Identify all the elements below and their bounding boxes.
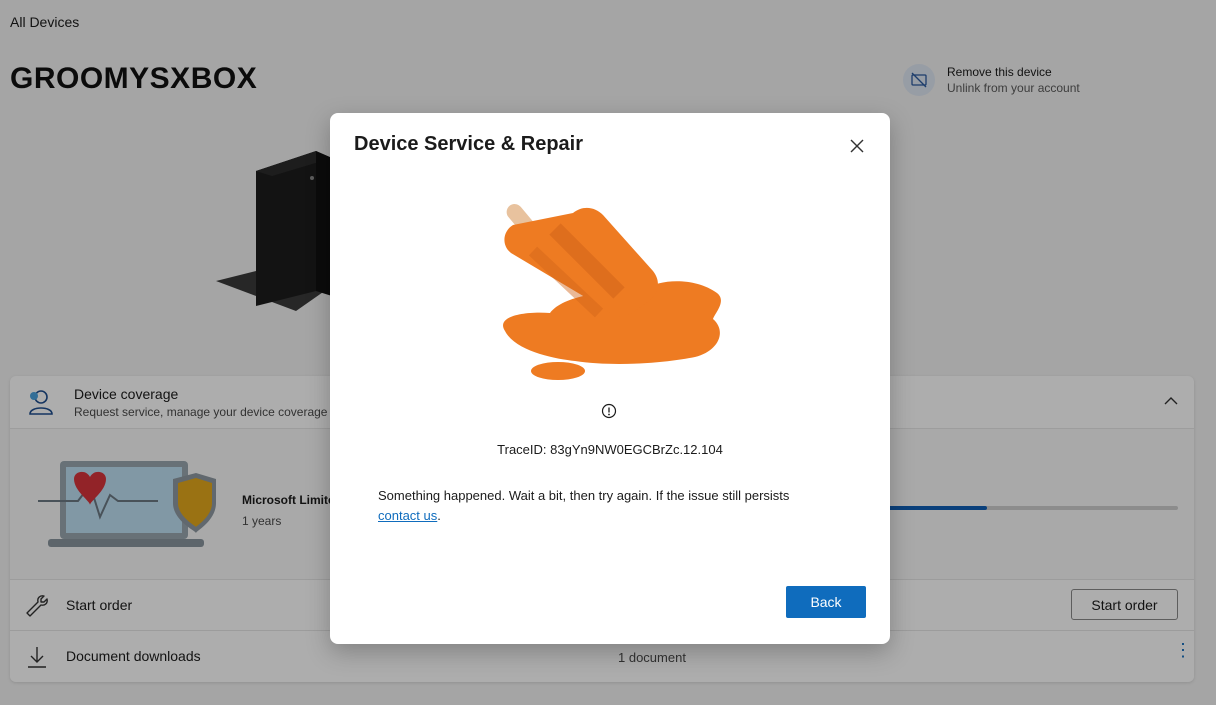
trace-id: TraceID: 83gYn9NW0EGCBrZc.12.104 bbox=[497, 442, 723, 457]
service-repair-dialog: Device Service & Repair TraceID: 83gYn9N… bbox=[330, 113, 890, 644]
close-icon[interactable] bbox=[846, 135, 868, 157]
contact-us-link[interactable]: contact us bbox=[378, 508, 437, 523]
error-message-end: . bbox=[437, 508, 441, 523]
error-message: Something happened. Wait a bit, then try… bbox=[378, 486, 848, 526]
melted-popsicle-illustration bbox=[495, 201, 725, 391]
back-button[interactable]: Back bbox=[786, 586, 866, 618]
alert-icon bbox=[601, 403, 617, 424]
error-message-text: Something happened. Wait a bit, then try… bbox=[378, 488, 790, 503]
dialog-title: Device Service & Repair bbox=[354, 133, 584, 155]
